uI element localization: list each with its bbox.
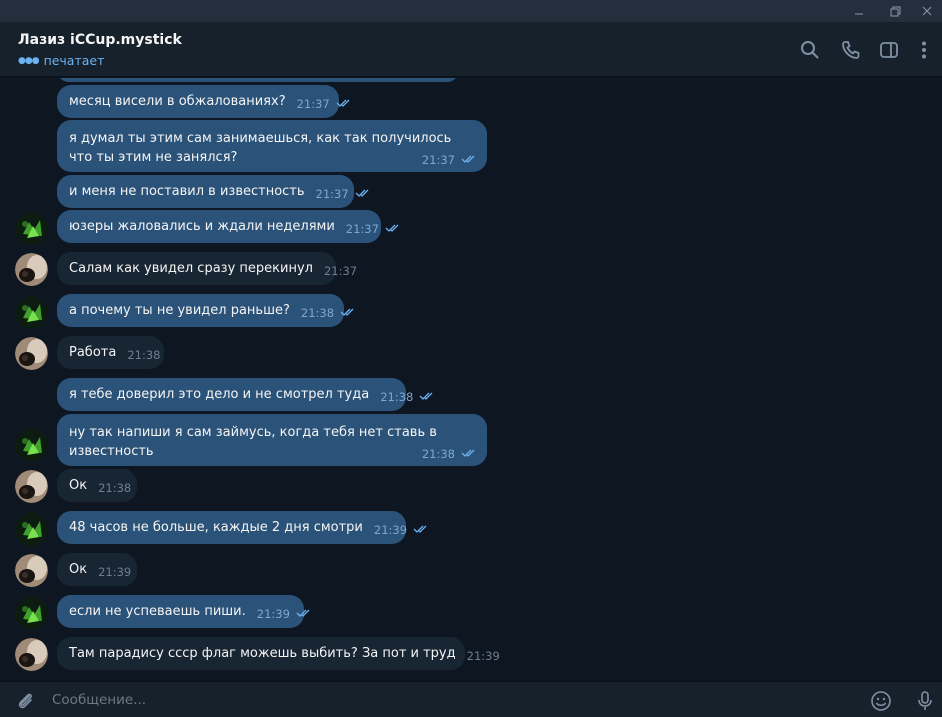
- message-text: Там парадису ссср флаг можешь выбить? За…: [69, 646, 456, 661]
- message-time: 21:39: [373, 523, 408, 537]
- message-bubble[interactable]: я тебе доверил это дело и не смотрел туд…: [57, 378, 433, 411]
- double-check-icon: [336, 97, 353, 111]
- emoji-icon[interactable]: [869, 689, 893, 713]
- double-check-icon: [296, 607, 313, 621]
- message-bubble[interactable]: и меня не поставил в известность 21:37: [57, 175, 369, 208]
- message-time: 21:38: [127, 348, 161, 362]
- avatar-self[interactable]: [15, 429, 48, 462]
- message-bubble[interactable]: Работа 21:38: [57, 336, 164, 369]
- double-check-icon: [419, 390, 436, 404]
- double-check-icon: [340, 306, 357, 320]
- microphone-icon[interactable]: [913, 689, 937, 713]
- attach-icon[interactable]: [13, 689, 37, 713]
- message-time: 21:37: [296, 97, 330, 111]
- avatar-contact[interactable]: [15, 253, 48, 286]
- double-check-icon: [461, 447, 478, 461]
- avatar-self[interactable]: [15, 212, 48, 245]
- sidebar-toggle-icon[interactable]: [877, 38, 901, 62]
- message-bubble[interactable]: 48 часов не больше, каждые 2 дня смотри 2…: [57, 511, 427, 544]
- double-check-icon: [355, 187, 372, 201]
- chat-header[interactable]: Лазиз iCCup.mystick ●●● печатает: [0, 22, 942, 77]
- window-titlebar: [0, 0, 942, 22]
- minimize-icon[interactable]: [844, 0, 874, 22]
- phone-icon[interactable]: [839, 38, 863, 62]
- typing-dots-icon: ●●●: [18, 55, 40, 66]
- message-time: 21:38: [421, 447, 455, 461]
- message-text: Салам как увидел сразу перекинул: [69, 261, 313, 276]
- message-composer: [0, 681, 942, 717]
- message-bubble[interactable]: я думал ты этим сам занимаешься, как так…: [57, 120, 487, 172]
- message-text: и меня не поставил в известность: [69, 184, 305, 199]
- message-text: я тебе доверил это дело и не смотрел туд…: [69, 387, 370, 402]
- message-time: 21:38: [98, 481, 132, 495]
- message-time: 21:37: [345, 222, 379, 236]
- message-text: Ок: [69, 562, 88, 577]
- avatar-contact[interactable]: [15, 554, 48, 587]
- message-time: 21:38: [380, 390, 414, 404]
- restore-icon[interactable]: [880, 0, 910, 22]
- message-text: 48 часов не больше, каждые 2 дня смотри: [69, 520, 363, 535]
- message-text: ну так напиши я сам займусь, когда тебя …: [69, 425, 437, 459]
- message-bubble[interactable]: юзеры жаловались и ждали неделями 21:37: [57, 210, 399, 243]
- message-time: 21:39: [466, 649, 500, 663]
- typing-status: ●●● печатает: [18, 53, 104, 68]
- double-check-icon: [413, 523, 430, 537]
- message-list[interactable]: месяц висели в обжалованиях? 21:37 я дума…: [0, 78, 942, 681]
- message-bubble[interactable]: а почему ты не увидел раньше? 21:38: [57, 294, 354, 327]
- more-vert-icon[interactable]: [912, 38, 936, 62]
- message-time: 21:37: [315, 187, 349, 201]
- message-time: 21:37: [323, 264, 358, 278]
- message-bubble[interactable]: если не успеваешь пиши. 21:39: [57, 595, 310, 628]
- avatar-contact[interactable]: [15, 638, 48, 671]
- message-time: 21:38: [300, 306, 335, 320]
- typing-status-label: печатает: [43, 53, 105, 68]
- message-bubble[interactable]: ну так напиши я сам займусь, когда тебя …: [57, 414, 487, 466]
- message-time: 21:39: [98, 565, 132, 579]
- message-bubble[interactable]: Ок 21:39: [57, 553, 137, 586]
- message-bubble[interactable]: месяц висели в обжалованиях? 21:37: [57, 85, 350, 118]
- message-time: 21:37: [421, 153, 455, 167]
- double-check-icon: [385, 222, 402, 236]
- double-check-icon: [461, 153, 478, 167]
- message-input[interactable]: [46, 688, 858, 712]
- avatar-self[interactable]: [15, 513, 48, 546]
- message-text: а почему ты не увидел раньше?: [69, 303, 290, 318]
- message-text: юзеры жаловались и ждали неделями: [69, 219, 335, 234]
- search-icon[interactable]: [798, 38, 822, 62]
- avatar-contact[interactable]: [15, 470, 48, 503]
- message-text: я думал ты этим сам занимаешься, как так…: [69, 131, 452, 165]
- avatar-self[interactable]: [15, 296, 48, 329]
- message-bubble-partial: [57, 78, 459, 82]
- avatar-contact[interactable]: [15, 337, 48, 370]
- message-text: Ок: [69, 478, 88, 493]
- message-text: Работа: [69, 345, 117, 360]
- message-bubble[interactable]: Салам как увидел сразу перекинул 21:37: [57, 252, 357, 285]
- message-text: месяц висели в обжалованиях?: [69, 94, 286, 109]
- message-bubble[interactable]: Там парадису ссср флаг можешь выбить? За…: [57, 637, 500, 670]
- close-icon[interactable]: [912, 0, 942, 22]
- message-text: если не успеваешь пиши.: [69, 604, 246, 619]
- message-time: 21:39: [256, 607, 290, 621]
- message-bubble[interactable]: Ок 21:38: [57, 469, 137, 502]
- chat-title[interactable]: Лазиз iCCup.mystick: [18, 32, 182, 48]
- avatar-self[interactable]: [15, 597, 48, 630]
